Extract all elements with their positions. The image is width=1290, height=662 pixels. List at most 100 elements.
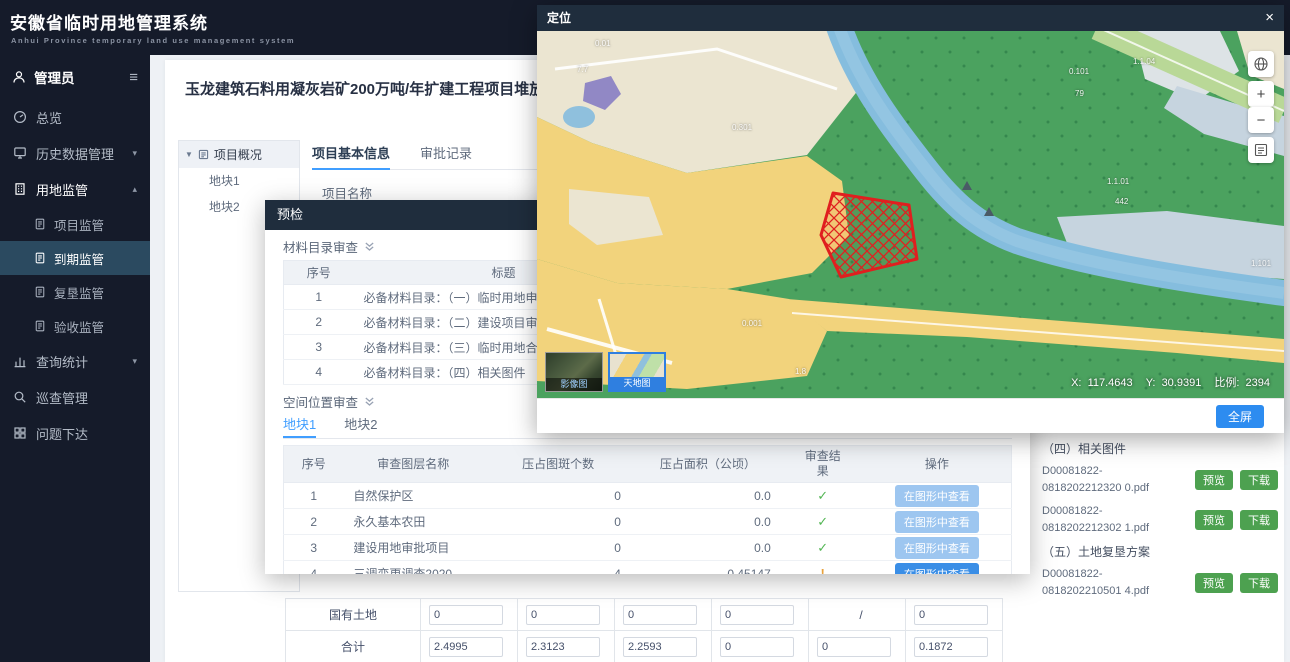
patch-area: 0.0 <box>633 483 783 509</box>
tab-parcel-1[interactable]: 地块1 <box>283 413 316 438</box>
locate-modal-footer: 全屏 <box>537 398 1284 433</box>
column-header: 序号 <box>284 261 354 285</box>
value-input[interactable]: 0 <box>429 605 503 625</box>
list-icon <box>198 149 209 160</box>
tab-parcel-2[interactable]: 地块2 <box>344 413 377 438</box>
sidebar-item-history-data[interactable]: 历史数据管理 ▾ <box>0 135 150 171</box>
view-in-map-button[interactable]: 在图形中查看 <box>895 537 979 559</box>
sidebar-item-overview[interactable]: 总览 <box>0 99 150 135</box>
map-parcel-label: 0.101 <box>1069 67 1089 76</box>
sidebar-item-inspection[interactable]: 巡查管理 <box>0 379 150 415</box>
value-input[interactable]: 0 <box>914 605 988 625</box>
value-input[interactable]: 0.1872 <box>914 637 988 657</box>
sidebar-subitem-project-supervision[interactable]: 项目监管 <box>0 207 150 241</box>
column-header: 操作 <box>863 446 1012 483</box>
column-header: 审查结果 <box>783 446 863 483</box>
basemap-tianditu-thumb[interactable]: 天地图 <box>608 352 666 392</box>
value-input[interactable]: 2.4995 <box>429 637 503 657</box>
chevron-down-icon: ▾ <box>132 356 137 367</box>
row-index: 3 <box>284 535 344 561</box>
map-canvas[interactable] <box>537 31 1284 398</box>
view-in-map-button[interactable]: 在图形中查看 <box>895 485 979 507</box>
value-input[interactable]: 0 <box>623 605 697 625</box>
download-button[interactable]: 下载 <box>1240 470 1278 490</box>
table-row: 4 三调变更调查2020 4 0.45147 ! 在图形中查看 <box>284 561 1012 575</box>
value-input[interactable]: 0 <box>720 637 794 657</box>
sidebar-item-label: 巡查管理 <box>36 388 88 407</box>
preview-button[interactable]: 预览 <box>1195 573 1233 593</box>
download-button[interactable]: 下载 <box>1240 573 1278 593</box>
sidebar-item-label: 历史数据管理 <box>36 144 114 163</box>
app-title: 安徽省临时用地管理系统 <box>10 9 208 34</box>
legend-button[interactable] <box>1248 137 1274 163</box>
tree-expand-caret-icon[interactable]: ▼ <box>185 150 193 159</box>
sidebar: 管理员 ≡ 总览 历史数据管理 ▾ 用地监管 ▴ <box>0 55 150 662</box>
value-input[interactable]: 0 <box>526 605 600 625</box>
document-icon <box>34 218 46 230</box>
value-input[interactable]: 0 <box>720 605 794 625</box>
layer-name: 自然保护区 <box>343 483 483 509</box>
sidebar-item-query-statistics[interactable]: 查询统计 ▾ <box>0 343 150 379</box>
sidebar-subitem-expiry-supervision[interactable]: 到期监管 <box>0 241 150 275</box>
map-parcel-label: 7.7 <box>577 65 588 74</box>
coord-y-value: 30.9391 <box>1162 377 1202 389</box>
basemap-satellite-thumb[interactable]: 影像图 <box>545 352 603 392</box>
row-label: 国有土地 <box>286 599 421 631</box>
sidebar-item-label: 用地监管 <box>36 180 88 199</box>
value-input[interactable]: 0 <box>817 637 891 657</box>
file-row: D00081822-0818202210501 4.pdf 预览 下载 <box>1042 566 1278 599</box>
collapse-double-chevron-icon[interactable] <box>364 396 375 407</box>
map-viewport[interactable]: 0.01 7.7 0.301 0.101 79 1.1.04 1.1.01 44… <box>537 31 1284 398</box>
scale-label: 比例: <box>1214 377 1239 389</box>
row-index: 1 <box>284 483 344 509</box>
sidebar-item-label: 问题下达 <box>36 424 88 443</box>
zoom-in-button[interactable]: + <box>1248 81 1274 107</box>
tree-node-label: 项目概况 <box>214 146 262 163</box>
sidebar-item-label: 查询统计 <box>36 352 88 371</box>
sidebar-item-land-supervision[interactable]: 用地监管 ▴ <box>0 171 150 207</box>
column-header: 序号 <box>284 446 344 483</box>
patch-count: 4 <box>483 561 633 575</box>
map-coordinates-readout: X: 117.4643 Y: 30.9391 比例: 2394 <box>1061 374 1270 390</box>
map-parcel-label: 0.001 <box>742 319 762 328</box>
menu-toggle-icon[interactable]: ≡ <box>129 69 138 86</box>
collapse-double-chevron-icon[interactable] <box>364 241 375 252</box>
document-icon <box>34 320 46 332</box>
row-index: 4 <box>284 360 354 385</box>
area-summary-table: 国有土地 0 0 0 0 / 0 合计 2.4995 2.3123 2.2593… <box>285 598 1003 662</box>
table-row: 国有土地 0 0 0 0 / 0 <box>286 599 1003 631</box>
document-icon <box>34 252 46 264</box>
tree-node-parcel-1[interactable]: 地块1 <box>179 168 299 194</box>
view-in-map-button[interactable]: 在图形中查看 <box>895 563 979 575</box>
sidebar-subitem-reclamation-supervision[interactable]: 复垦监管 <box>0 275 150 309</box>
magnifier-icon <box>13 390 27 404</box>
close-icon[interactable]: × <box>1265 5 1274 31</box>
section-title: 空间位置审查 <box>283 392 358 411</box>
preview-button[interactable]: 预览 <box>1195 470 1233 490</box>
patch-area: 0.0 <box>633 509 783 535</box>
coord-x-label: X: <box>1071 377 1081 389</box>
value-input[interactable]: 2.2593 <box>623 637 697 657</box>
view-in-map-button[interactable]: 在图形中查看 <box>895 511 979 533</box>
sidebar-subitem-acceptance-supervision[interactable]: 验收监管 <box>0 309 150 343</box>
fullscreen-button[interactable]: 全屏 <box>1216 405 1264 428</box>
sidebar-item-problem-assignment[interactable]: 问题下达 <box>0 415 150 451</box>
download-button[interactable]: 下载 <box>1240 510 1278 530</box>
map-parcel-label: 1.1.04 <box>1133 57 1155 66</box>
zoom-out-button[interactable]: − <box>1248 107 1274 133</box>
locate-modal-title: 定位 <box>547 11 571 25</box>
preview-button[interactable]: 预览 <box>1195 510 1233 530</box>
row-index: 2 <box>284 509 344 535</box>
table-row: 1 自然保护区 0 0.0 ✓ 在图形中查看 <box>284 483 1012 509</box>
patch-area: 0.45147 <box>633 561 783 575</box>
tab-approval-record[interactable]: 审批记录 <box>420 140 472 170</box>
dashboard-icon <box>13 110 27 124</box>
tree-node-project-overview[interactable]: ▼ 项目概况 <box>179 141 299 168</box>
basemap-globe-button[interactable] <box>1248 51 1274 77</box>
section-title: 材料目录审查 <box>283 237 358 256</box>
sidebar-subitem-label: 项目监管 <box>54 215 104 234</box>
value-input[interactable]: 2.3123 <box>526 637 600 657</box>
tab-basic-info[interactable]: 项目基本信息 <box>312 140 390 170</box>
coord-y-label: Y: <box>1146 377 1156 389</box>
sidebar-user-label: 管理员 <box>34 67 75 87</box>
